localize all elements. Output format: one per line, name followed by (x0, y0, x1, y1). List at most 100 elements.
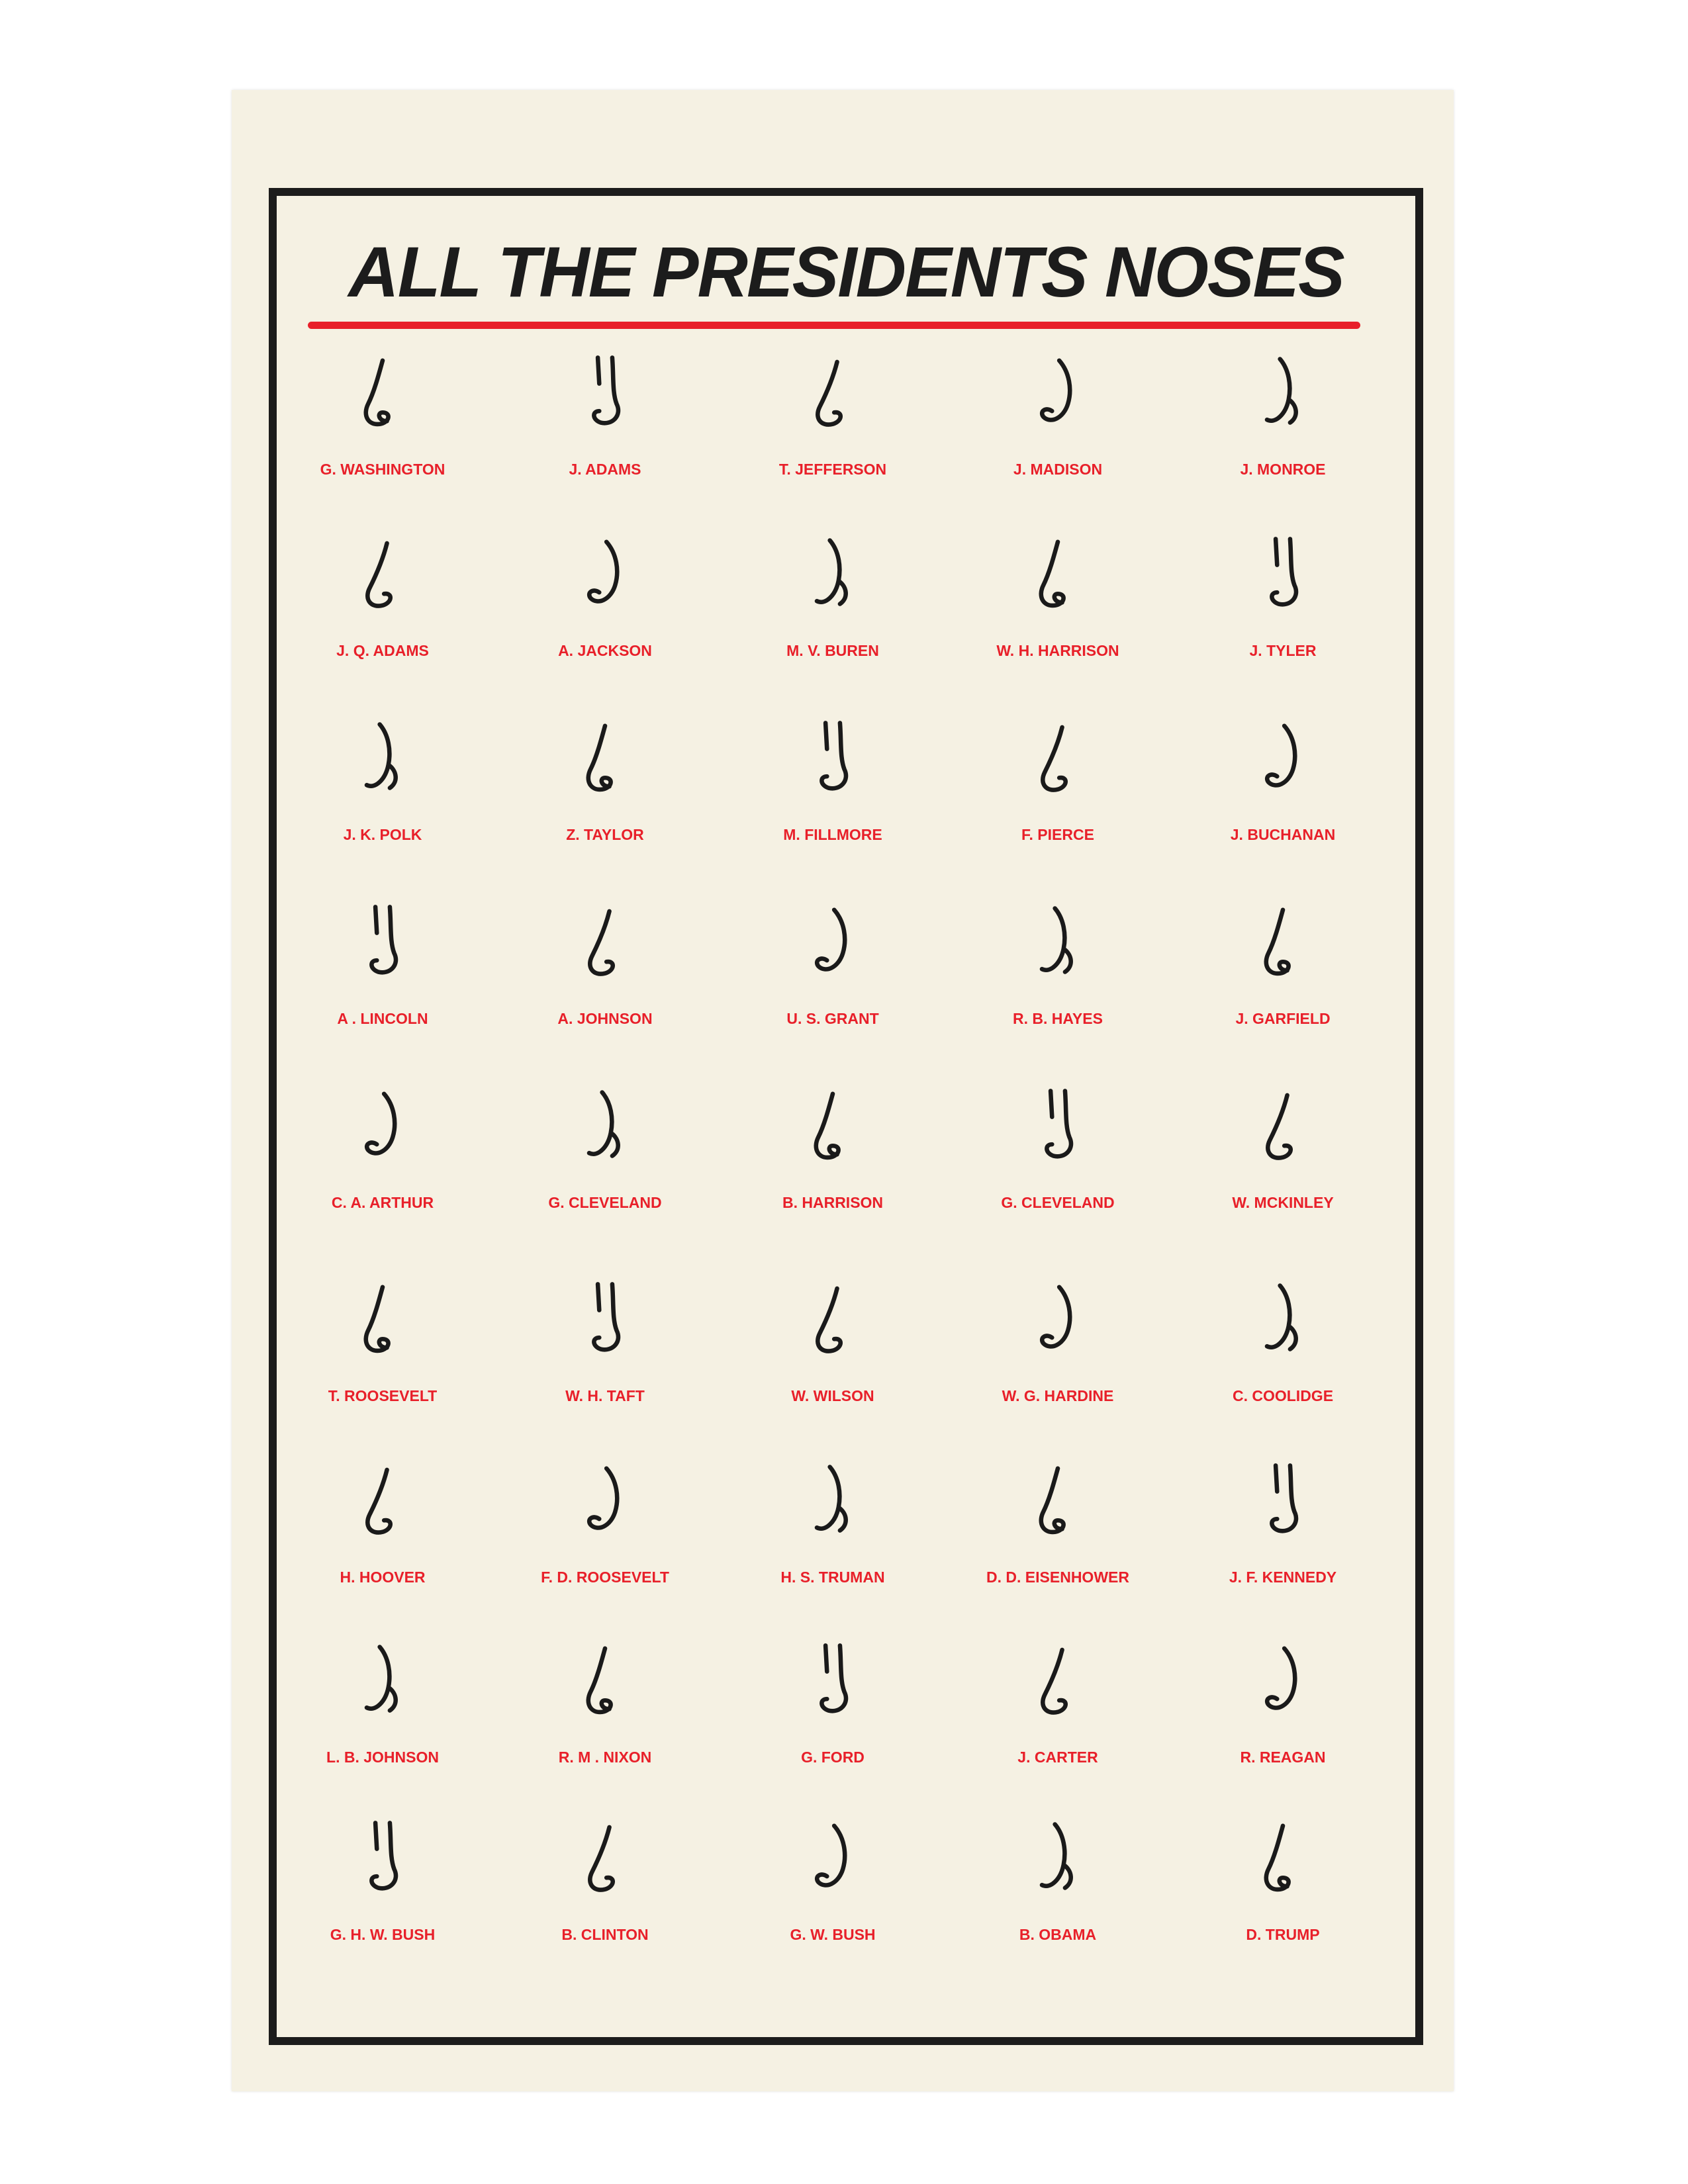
president-cell: H. S. TRUMAN (727, 1463, 939, 1635)
president-name-label: J. ADAMS (569, 461, 641, 478)
president-name-label: J. MONROE (1240, 461, 1326, 478)
president-name-label: G. CLEVELAND (548, 1194, 662, 1211)
nose-icon (364, 1091, 397, 1156)
president-cell: C. COOLIDGE (1177, 1281, 1389, 1453)
nose-icon (588, 909, 615, 976)
president-name-label: J. GARFIELD (1235, 1010, 1331, 1027)
president-name-label: W. G. HARDINE (1002, 1387, 1114, 1404)
poster: ALL THE PRESIDENTS NOSES G. WASHINGTON J.… (232, 90, 1454, 2091)
nose-icon (586, 1466, 620, 1530)
president-name-label: B. CLINTON (561, 1926, 649, 1943)
president-name-label: L. B. JOHNSON (326, 1749, 439, 1766)
president-name-label: G. FORD (801, 1749, 865, 1766)
nose-icon (586, 723, 613, 792)
president-cell: W. MCKINLEY (1177, 1088, 1389, 1260)
president-cell: G. CLEVELAND (499, 1088, 711, 1260)
nose-icon (820, 721, 849, 791)
nose-icon (1270, 1463, 1299, 1533)
nose-icon (363, 358, 391, 427)
nose-icon (1264, 1283, 1298, 1351)
nose-icon (820, 1643, 849, 1713)
president-cell: D. D. EISENHOWER (952, 1463, 1164, 1635)
president-cell: J. F. KENNEDY (1177, 1463, 1389, 1635)
president-cell: G. WASHINGTON (277, 355, 489, 527)
nose-icon (1264, 357, 1298, 425)
nose-icon (586, 1090, 620, 1158)
president-name-label: B. OBAMA (1019, 1926, 1097, 1943)
nose-icon (816, 1286, 843, 1353)
nose-icon (1270, 537, 1299, 607)
president-cell: T. ROOSEVELT (277, 1281, 489, 1453)
president-cell: W. H. TAFT (499, 1281, 711, 1453)
president-name-label: U. S. GRANT (786, 1010, 879, 1027)
president-cell: W. H. HARRISON (952, 536, 1164, 708)
president-name-label: W. WILSON (791, 1387, 874, 1404)
president-cell: J. BUCHANAN (1177, 720, 1389, 892)
president-name-label: C. A. ARTHUR (331, 1194, 434, 1211)
nose-icon (1039, 1822, 1073, 1890)
president-name-label: G. H. W. BUSH (330, 1926, 436, 1943)
president-cell: J. MADISON (952, 355, 1164, 527)
president-cell: J. ADAMS (499, 355, 711, 527)
nose-icon (592, 355, 621, 426)
president-cell: G. W. BUSH (727, 1820, 939, 1992)
president-cell: T. JEFFERSON (727, 355, 939, 527)
president-name-label: M. V. BUREN (786, 642, 879, 659)
president-name-label: B. HARRISON (782, 1194, 884, 1211)
nose-icon (1266, 1093, 1293, 1160)
president-cell: G. H. W. BUSH (277, 1820, 489, 1992)
president-cell: H. HOOVER (277, 1463, 489, 1635)
president-cell: M. FILLMORE (727, 720, 939, 892)
nose-icon (1039, 1466, 1066, 1535)
president-name-label: G. W. BUSH (790, 1926, 876, 1943)
president-name-label: J. CARTER (1017, 1749, 1098, 1766)
president-cell: R. B. HAYES (952, 904, 1164, 1076)
nose-icon (816, 359, 843, 427)
nose-icon (363, 1285, 391, 1353)
poster-frame: ALL THE PRESIDENTS NOSES G. WASHINGTON J.… (269, 188, 1423, 2045)
nose-icon (365, 1467, 393, 1535)
president-cell: F. PIERCE (952, 720, 1164, 892)
president-cell: B. CLINTON (499, 1820, 711, 1992)
president-name-label: R. M . NIXON (558, 1749, 652, 1766)
president-name-label: J. F. KENNEDY (1229, 1569, 1337, 1586)
president-cell: G. FORD (727, 1643, 939, 1815)
president-cell: G. CLEVELAND (952, 1088, 1164, 1260)
president-name-label: F. PIERCE (1021, 826, 1094, 843)
noses-grid: G. WASHINGTON J. ADAMS T. JEFFERSON J. MADI… (277, 196, 1415, 2037)
nose-icon (814, 1091, 841, 1160)
president-name-label: H. HOOVER (340, 1569, 426, 1586)
president-name-label: F. D. ROOSEVELT (541, 1569, 669, 1586)
president-cell: J. Q. ADAMS (277, 536, 489, 708)
president-cell: W. WILSON (727, 1281, 939, 1453)
president-name-label: W. MCKINLEY (1232, 1194, 1334, 1211)
president-name-label: A. JACKSON (558, 642, 652, 659)
nose-icon (1039, 358, 1072, 422)
president-name-label: G. CLEVELAND (1001, 1194, 1115, 1211)
president-cell: Z. TAYLOR (499, 720, 711, 892)
nose-icon (1039, 1285, 1072, 1349)
president-cell: A . LINCOLN (277, 904, 489, 1076)
president-cell: D. TRUMP (1177, 1820, 1389, 1992)
nose-icon (1045, 1089, 1074, 1159)
president-name-label: D. D. EISENHOWER (986, 1569, 1129, 1586)
president-cell: B. OBAMA (952, 1820, 1164, 1992)
president-name-label: A. JOHNSON (557, 1010, 653, 1027)
nose-icon (369, 1821, 399, 1891)
nose-icon (814, 1465, 848, 1533)
president-cell: U. S. GRANT (727, 904, 939, 1076)
nose-icon (1041, 1647, 1068, 1715)
president-name-label: J. Q. ADAMS (336, 642, 429, 659)
president-name-label: W. H. TAFT (565, 1387, 645, 1404)
nose-icon (814, 907, 847, 972)
nose-icon (365, 541, 393, 608)
nose-icon (1264, 723, 1297, 788)
president-cell: R. M . NIXON (499, 1643, 711, 1815)
nose-icon (1264, 1823, 1291, 1892)
nose-icon (1264, 907, 1291, 976)
president-name-label: W. H. HARRISON (996, 642, 1119, 659)
president-cell: J. K. POLK (277, 720, 489, 892)
nose-icon (814, 1823, 847, 1888)
president-name-label: A . LINCOLN (337, 1010, 428, 1027)
nose-icon (369, 905, 399, 975)
